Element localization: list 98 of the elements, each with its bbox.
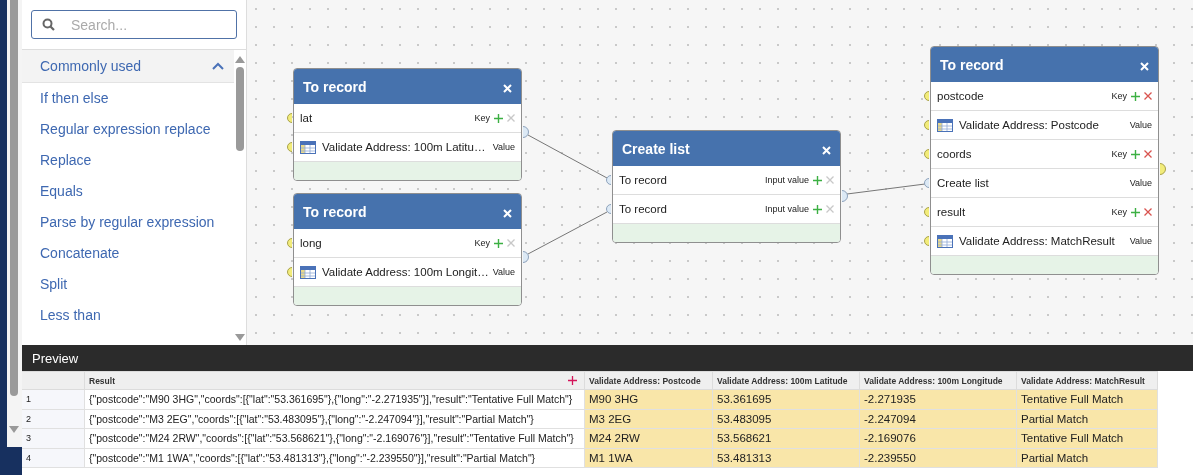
field-label: Create list: [937, 177, 989, 189]
add-icon[interactable]: [1131, 91, 1140, 101]
table-cell: {"postcode":"M90 3HG","coords":[{"lat":"53.361695"},{"long":"-2.271935"}],"result":"Tentative Full Match"}: [85, 390, 585, 410]
field-type-label: Input value: [764, 204, 809, 214]
palette-item[interactable]: Parse by regular expression: [22, 207, 234, 238]
table-cell: Tentative Full Match: [1017, 390, 1158, 410]
field-label: coords: [937, 148, 972, 160]
chevron-icon: [212, 62, 224, 70]
table-cell: {"postcode":"M24 2RW","coords":[{"lat":"53.568621"},{"long":"-2.169076"}],"result":"Tentative Full Match"}: [85, 429, 585, 449]
row-number: 3: [22, 429, 85, 449]
table-cell: 53.481313: [713, 448, 860, 468]
field-type-label: Value: [1129, 236, 1152, 246]
palette-item[interactable]: Replace: [22, 145, 234, 176]
node-title: Create list: [622, 140, 690, 157]
node-card[interactable]: To record postcode Key Validate Address: Postcode Value coords Key Create list Value result Key Validate Address: MatchResult Value: [930, 46, 1159, 275]
table-cell: {"postcode":"M1 1WA","coords":[{"lat":"53.481313"},{"long":"-2.239550"}],"result":"Partial Match"}: [85, 448, 585, 468]
close-icon[interactable]: [503, 84, 512, 93]
table-cell: 53.361695: [713, 390, 860, 410]
field-label: lat: [300, 112, 313, 124]
row-number: 1: [22, 390, 85, 410]
column-header[interactable]: Result: [85, 371, 585, 390]
remove-icon[interactable]: [1144, 150, 1152, 158]
add-icon[interactable]: [813, 175, 822, 185]
scroll-down-icon[interactable]: [8, 426, 19, 433]
row-number: 2: [22, 409, 85, 429]
palette-item[interactable]: Concatenate: [22, 238, 234, 269]
table-cell: {"postcode":"M3 2EG","coords":[{"lat":"53.483095"},{"long":"-2.247094"}],"result":"Partial Match"}: [85, 409, 585, 429]
scroll-down-icon[interactable]: [235, 334, 245, 341]
node-card[interactable]: To record long Key Validate Address: 100m Longit… Value: [293, 193, 522, 306]
palette-item[interactable]: Less than: [22, 300, 234, 331]
table-cell: M90 3HG: [585, 390, 713, 410]
add-icon[interactable]: [1131, 149, 1140, 159]
table-cell: M1 1WA: [585, 448, 713, 468]
category-header[interactable]: Commonly used: [22, 50, 234, 83]
palette-item[interactable]: Equals: [22, 176, 234, 207]
field-label: Validate Address: 100m Latitu…: [322, 141, 486, 153]
field-type-label: Key: [474, 113, 490, 123]
add-icon[interactable]: [494, 238, 503, 248]
scroll-up-icon[interactable]: [235, 56, 245, 63]
field-type-label: Value: [492, 142, 515, 152]
search-field[interactable]: Search...: [31, 10, 237, 39]
field-type-label: Value: [1129, 120, 1152, 130]
field-type-label: Key: [474, 238, 490, 248]
field-label: Validate Address: Postcode: [959, 119, 1099, 131]
table-cell: -2.247094: [860, 409, 1017, 429]
field-type-label: Value: [1129, 178, 1152, 188]
row-number: 4: [22, 448, 85, 468]
remove-icon[interactable]: [507, 114, 515, 122]
palette-item[interactable]: Regular expression replace: [22, 114, 234, 145]
column-header[interactable]: Validate Address: Postcode: [585, 371, 713, 390]
node-title: To record: [940, 56, 1004, 73]
field-type-label: Key: [1111, 91, 1127, 101]
field-label: Validate Address: MatchResult: [959, 235, 1115, 247]
palette-item[interactable]: Split: [22, 269, 234, 300]
panel-title: Preview: [32, 350, 79, 366]
scrollbar-thumb[interactable]: [9, 0, 18, 396]
table-cell: Tentative Full Match: [1017, 429, 1158, 449]
remove-icon[interactable]: [826, 205, 834, 213]
close-icon[interactable]: [1140, 62, 1149, 71]
column-header[interactable]: Validate Address: 100m Longitude: [860, 371, 1017, 390]
column-header[interactable]: Validate Address: MatchResult: [1017, 371, 1158, 390]
table-cell: Partial Match: [1017, 409, 1158, 429]
field-label: result: [937, 206, 966, 218]
add-icon[interactable]: [1131, 207, 1140, 217]
field-label: Validate Address: 100m Longit…: [322, 266, 489, 278]
table-cell: 53.568621: [713, 429, 860, 449]
remove-icon[interactable]: [826, 176, 834, 184]
node-card[interactable]: Create list To record Input value To record Input value: [612, 130, 841, 243]
field-label: postcode: [937, 90, 984, 102]
node-title: To record: [303, 203, 367, 220]
add-icon[interactable]: [813, 204, 822, 214]
close-icon[interactable]: [503, 209, 512, 218]
palette-item[interactable]: If then else: [22, 83, 234, 114]
table-cell: -2.239550: [860, 448, 1017, 468]
field-type-label: Value: [492, 267, 515, 277]
field-label: long: [300, 237, 322, 249]
field-type-label: Key: [1111, 207, 1127, 217]
table-cell: M3 2EG: [585, 409, 713, 429]
table-cell: M24 2RW: [585, 429, 713, 449]
field-label: To record: [619, 203, 667, 215]
search-icon: [42, 18, 55, 31]
table-cell: -2.271935: [860, 390, 1017, 410]
field-type-label: Key: [1111, 149, 1127, 159]
remove-icon[interactable]: [1144, 92, 1152, 100]
node-title: To record: [303, 78, 367, 95]
remove-icon[interactable]: [507, 239, 515, 247]
add-icon[interactable]: [494, 113, 503, 123]
remove-icon[interactable]: [1144, 208, 1152, 216]
node-card[interactable]: To record lat Key Validate Address: 100m Latitu… Value: [293, 68, 522, 181]
field-type-label: Input value: [764, 175, 809, 185]
table-cell: Partial Match: [1017, 448, 1158, 468]
table-cell: -2.169076: [860, 429, 1017, 449]
field-label: To record: [619, 174, 667, 186]
column-header[interactable]: Validate Address: 100m Latitude: [713, 371, 860, 390]
table-cell: 53.483095: [713, 409, 860, 429]
add-icon[interactable]: [568, 376, 577, 385]
close-icon[interactable]: [822, 146, 831, 155]
scrollbar-thumb[interactable]: [236, 67, 244, 151]
